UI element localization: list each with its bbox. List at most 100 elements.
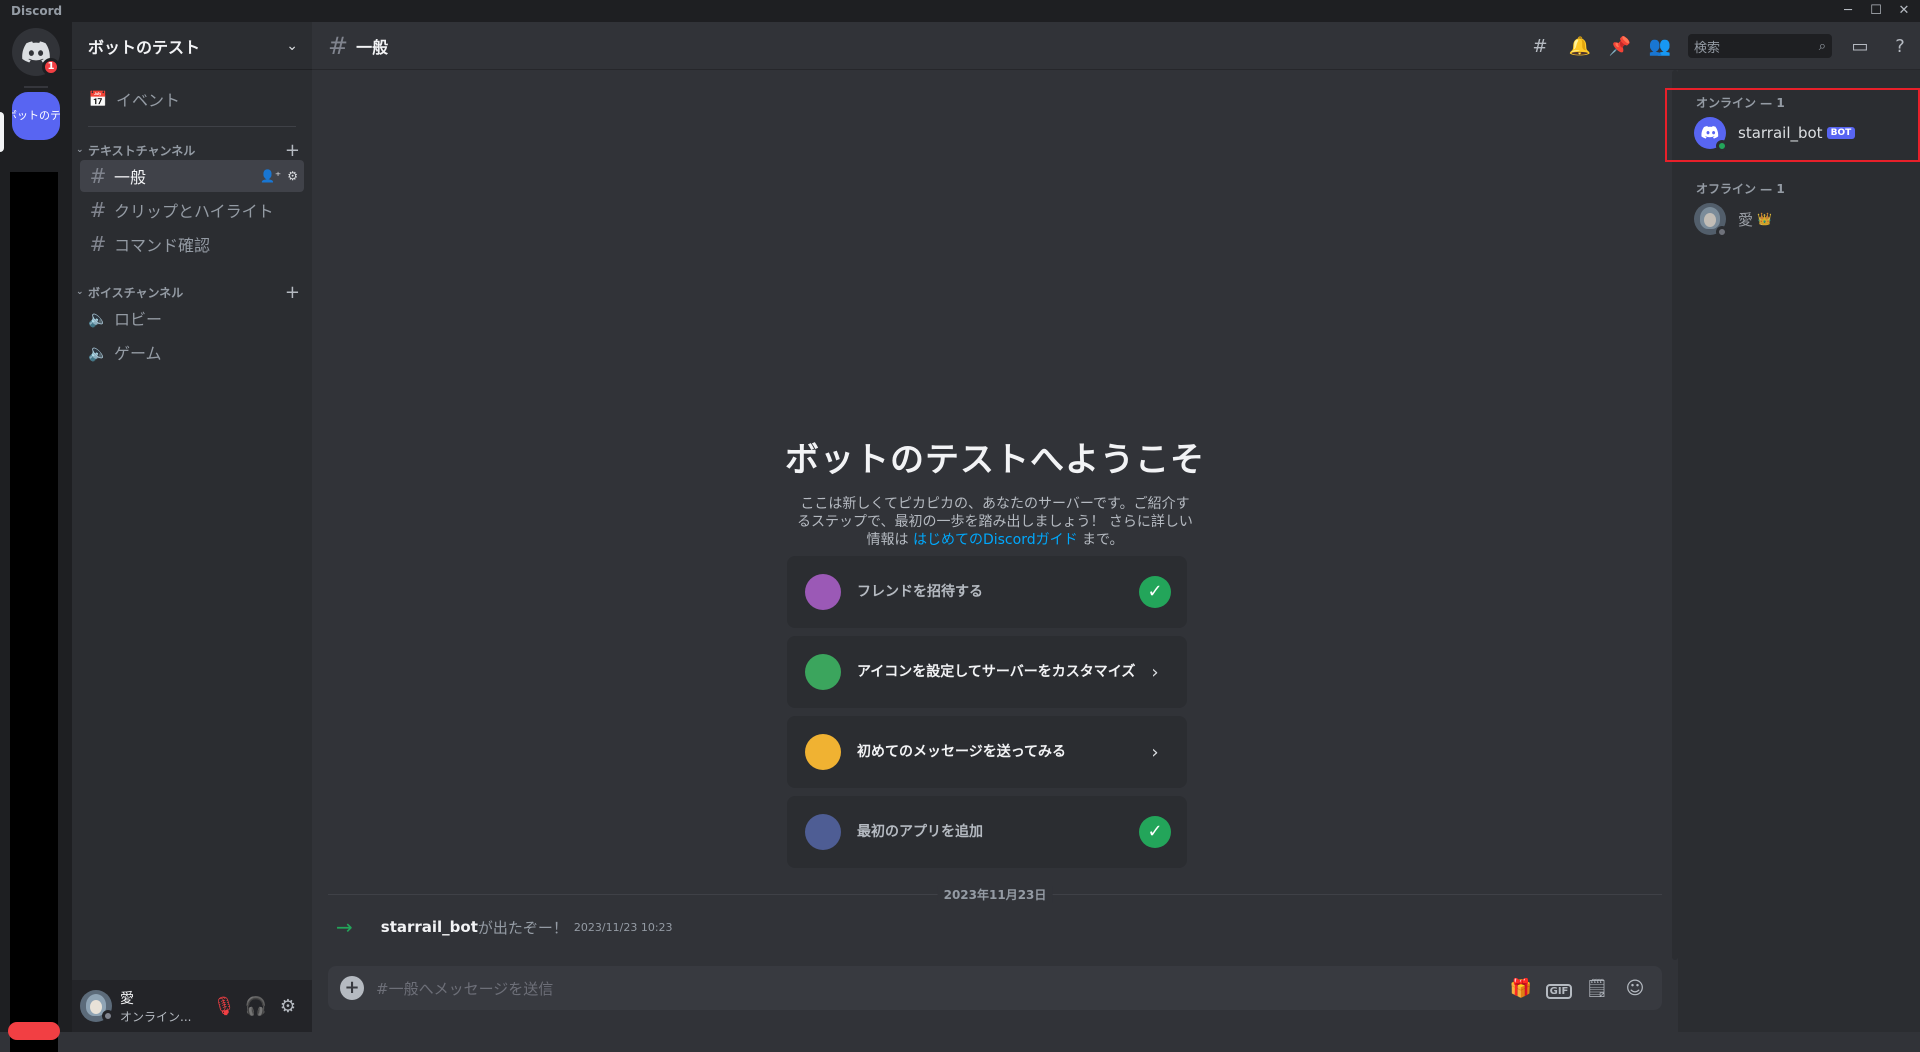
welcome-section: ボットのテストへようこそ ここは新しくてピカピカの、あなたのサーバーです。ご紹介… — [312, 432, 1678, 549]
channel-name: ロビー — [114, 310, 163, 329]
attach-plus-icon[interactable]: + — [340, 976, 364, 1000]
member-ai[interactable]: 愛 👑 — [1686, 198, 1910, 240]
chevron-down-icon: ⌄ — [286, 37, 298, 54]
search-icon: ⌕ — [1818, 38, 1826, 54]
invite-icon[interactable]: 👤⁺ — [260, 169, 281, 183]
category-voice-label: ボイスチャンネル — [88, 285, 184, 300]
help-icon[interactable]: ? — [1880, 36, 1920, 57]
gear-icon[interactable]: ⚙ — [272, 996, 304, 1017]
channel-name: コマンド確認 — [114, 236, 211, 255]
check-icon: ✓ — [1139, 576, 1171, 608]
message-text: が出たぞー！ — [477, 918, 568, 937]
bell-icon[interactable]: 🔔 — [1560, 36, 1600, 57]
hash-icon: # — [89, 164, 107, 188]
channel-title: 一般 — [356, 37, 389, 57]
gif-icon[interactable]: GIF — [1540, 978, 1578, 999]
hash-icon: # — [328, 31, 349, 60]
offline-status-icon — [102, 1010, 114, 1022]
welcome-text-end: まで。 — [1077, 532, 1124, 548]
welcome-description: ここは新しくてピカピカの、あなたのサーバーです。ご紹介するステップで、最初の一歩… — [795, 495, 1195, 549]
member-name: 愛 — [1738, 210, 1754, 229]
emoji-icon[interactable]: ☺ — [1616, 978, 1654, 999]
channel-name: ゲーム — [114, 344, 162, 363]
user-info[interactable]: 愛 オンライン... — [120, 988, 208, 1025]
mic-muted-icon[interactable]: 🎙 — [208, 996, 240, 1017]
message-input[interactable]: #一般へメッセージを送信 — [376, 978, 1502, 999]
search-input[interactable]: 検索 ⌕ — [1688, 34, 1832, 58]
rail-separator — [24, 86, 48, 88]
add-channel-icon[interactable]: + — [285, 282, 300, 303]
check-icon: ✓ — [1139, 816, 1171, 848]
events-item[interactable]: 📅 イベント — [80, 82, 304, 116]
channel-sidebar: ボットのテスト ⌄ 📅 イベント ⌄ テキストチャンネル + # 一般 👤⁺ ⚙… — [72, 22, 312, 1032]
voice-channel-game[interactable]: 🔈 ゲーム — [80, 336, 304, 368]
card-add-app[interactable]: 最初のアプリを追加 ✓ — [787, 796, 1187, 868]
channel-clips[interactable]: # クリップとハイライト — [80, 194, 304, 226]
guild-header[interactable]: ボットのテスト ⌄ — [72, 22, 312, 70]
category-text-label: テキストチャンネル — [88, 143, 196, 158]
offline-header: オフライン — 1 — [1696, 182, 1785, 196]
header-toolbar: # 🔔 📌 👥 検索 ⌕ ▭ ? — [1508, 22, 1920, 70]
gift-icon[interactable]: 🎁 — [1502, 978, 1540, 999]
add-channel-icon[interactable]: + — [285, 140, 300, 161]
threads-icon[interactable]: # — [1520, 36, 1560, 57]
system-message: → starrail_bot が出たぞー！ 2023/11/23 10:23 — [336, 915, 673, 939]
welcome-title: ボットのテストへようこそ — [785, 440, 1205, 480]
chat-area: # 一般 ボットのテストへようこそ ここは新しくてピカピカの、あなたのサーバーで… — [312, 22, 1920, 1032]
app-title: Discord — [11, 4, 63, 18]
guild-name: ボットのテスト — [88, 37, 201, 57]
calendar-icon: 📅 — [88, 90, 108, 108]
members-icon[interactable]: 👥 — [1640, 36, 1680, 57]
message-bubble-icon — [805, 734, 841, 770]
pin-icon[interactable]: 📌 — [1600, 36, 1640, 57]
message-author[interactable]: starrail_bot — [381, 918, 478, 936]
card-customize-server[interactable]: アイコンを設定してサーバーをカスタマイズ › — [787, 636, 1187, 708]
channel-name: 一般 — [114, 168, 147, 187]
inbox-icon[interactable]: ▭ — [1840, 36, 1880, 57]
gear-icon[interactable]: ⚙ — [287, 169, 298, 183]
server-rail: 1 ボットのテスト — [0, 22, 72, 1052]
gif-label: GIF — [1545, 983, 1573, 999]
search-placeholder: 検索 — [1694, 40, 1721, 56]
channel-general[interactable]: # 一般 👤⁺ ⚙ — [80, 160, 304, 192]
brush-icon — [805, 654, 841, 690]
card-label: 最初のアプリを追加 — [857, 824, 983, 840]
guide-link[interactable]: はじめてのDiscordガイド — [913, 532, 1078, 548]
app-robot-icon — [805, 814, 841, 850]
category-text[interactable]: ⌄ テキストチャンネル + — [72, 138, 312, 162]
hash-icon: # — [89, 198, 107, 222]
card-invite-friends[interactable]: フレンドを招待する ✓ — [787, 556, 1187, 628]
card-label: アイコンを設定してサーバーをカスタマイズ — [857, 664, 1136, 680]
sticker-icon[interactable]: 🗒 — [1578, 978, 1616, 999]
headphones-icon[interactable]: 🎧 — [240, 996, 272, 1017]
card-label: フレンドを招待する — [857, 584, 983, 600]
channel-name: クリップとハイライト — [114, 202, 274, 221]
channel-commands[interactable]: # コマンド確認 — [80, 228, 304, 260]
redacted-server-list — [10, 172, 58, 1052]
voice-channel-lobby[interactable]: 🔈 ロビー — [80, 302, 304, 334]
offline-status-icon — [1716, 226, 1728, 238]
chevron-down-icon: ⌄ — [76, 287, 84, 297]
user-panel: 愛 オンライン... 🎙 🎧 ⚙ — [72, 980, 312, 1032]
speaker-icon: 🔈 — [88, 308, 108, 328]
join-arrow-icon: → — [336, 915, 353, 939]
date-label: 2023年11月23日 — [937, 886, 1053, 903]
invite-friends-icon — [805, 574, 841, 610]
chevron-right-icon: › — [1151, 661, 1159, 683]
speaker-icon: 🔈 — [88, 342, 108, 362]
chevron-right-icon: › — [1151, 741, 1159, 763]
notification-badge: 1 — [42, 58, 60, 76]
message-timestamp: 2023/11/23 10:23 — [573, 920, 673, 934]
server-icon-bot-test[interactable]: ボットのテスト — [12, 92, 60, 140]
message-composer: + #一般へメッセージを送信 🎁 GIF 🗒 ☺ — [328, 966, 1662, 1010]
minimize-button[interactable]: ─ — [1836, 2, 1860, 20]
member-list: オンライン — 1 starrail_bot BOT オフライン — 1 愛 👑 — [1678, 70, 1920, 1032]
maximize-button[interactable]: ☐ — [1864, 2, 1888, 20]
user-status: オンライン... — [120, 1009, 192, 1024]
user-name: 愛 — [120, 990, 134, 1007]
close-button[interactable]: ✕ — [1892, 2, 1916, 20]
category-voice[interactable]: ⌄ ボイスチャンネル + — [72, 280, 312, 304]
highlight-box — [1665, 88, 1920, 162]
chevron-down-icon: ⌄ — [76, 145, 84, 155]
card-send-message[interactable]: 初めてのメッセージを送ってみる › — [787, 716, 1187, 788]
